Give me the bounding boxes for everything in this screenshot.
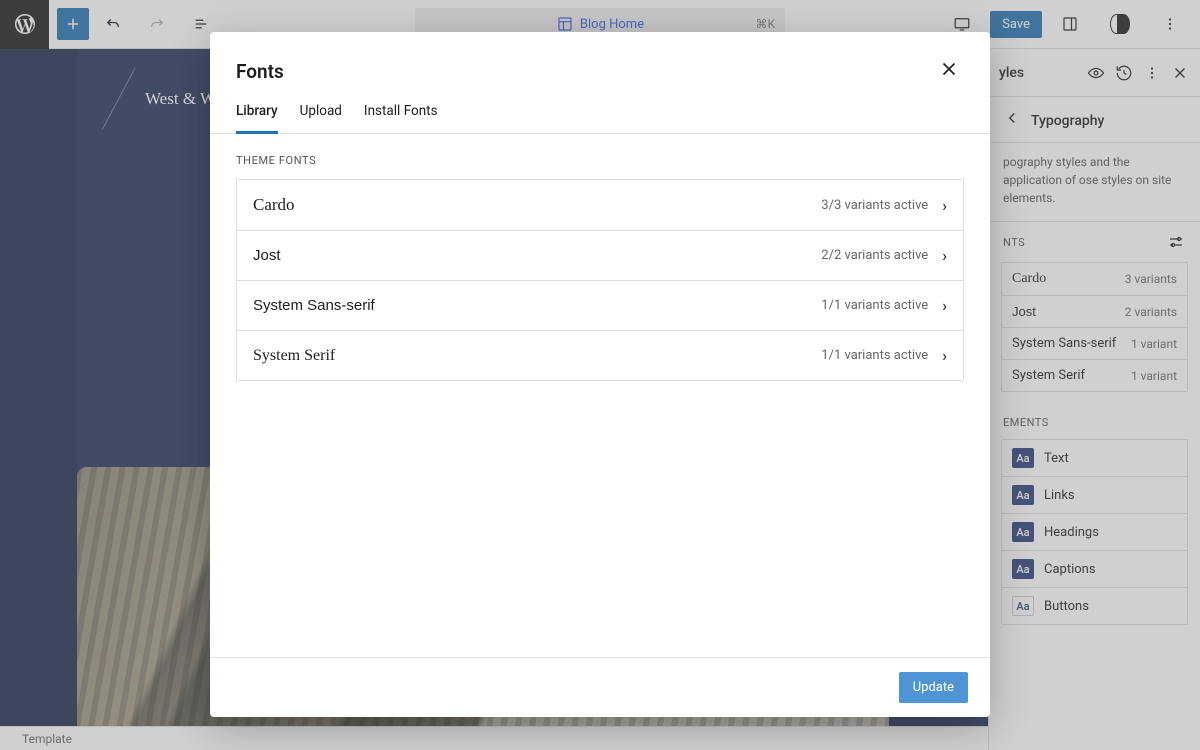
font-card-status: 3/3 variants active bbox=[821, 198, 928, 213]
modal-overlay[interactable]: Fonts Library Upload Install Fonts THEME F… bbox=[0, 0, 1200, 750]
font-card[interactable]: Cardo 3/3 variants active › bbox=[237, 180, 963, 231]
modal-tab-install-fonts[interactable]: Install Fonts bbox=[364, 103, 438, 133]
chevron-right-icon: › bbox=[942, 346, 947, 365]
font-card-name: Jost bbox=[253, 247, 281, 264]
modal-tab-upload[interactable]: Upload bbox=[300, 103, 342, 133]
chevron-right-icon: › bbox=[942, 296, 947, 315]
font-card-name: System Sans-serif bbox=[253, 297, 375, 314]
close-modal-button[interactable] bbox=[934, 54, 964, 89]
font-card-name: Cardo bbox=[253, 195, 295, 215]
font-card-status: 2/2 variants active bbox=[821, 248, 928, 263]
font-card-status: 1/1 variants active bbox=[821, 298, 928, 313]
font-card-name: System Serif bbox=[253, 347, 335, 365]
fonts-modal: Fonts Library Upload Install Fonts THEME F… bbox=[210, 32, 990, 717]
chevron-right-icon: › bbox=[942, 246, 947, 265]
font-card[interactable]: Jost 2/2 variants active › bbox=[237, 231, 963, 281]
font-card[interactable]: System Sans-serif 1/1 variants active › bbox=[237, 281, 963, 331]
font-group-label: THEME FONTS bbox=[236, 154, 964, 167]
font-card-status: 1/1 variants active bbox=[821, 348, 928, 363]
font-card[interactable]: System Serif 1/1 variants active › bbox=[237, 331, 963, 380]
modal-title: Fonts bbox=[236, 60, 284, 83]
close-icon bbox=[938, 58, 960, 80]
modal-tab-library[interactable]: Library bbox=[236, 103, 278, 134]
chevron-right-icon: › bbox=[942, 196, 947, 215]
update-button[interactable]: Update bbox=[899, 672, 968, 703]
